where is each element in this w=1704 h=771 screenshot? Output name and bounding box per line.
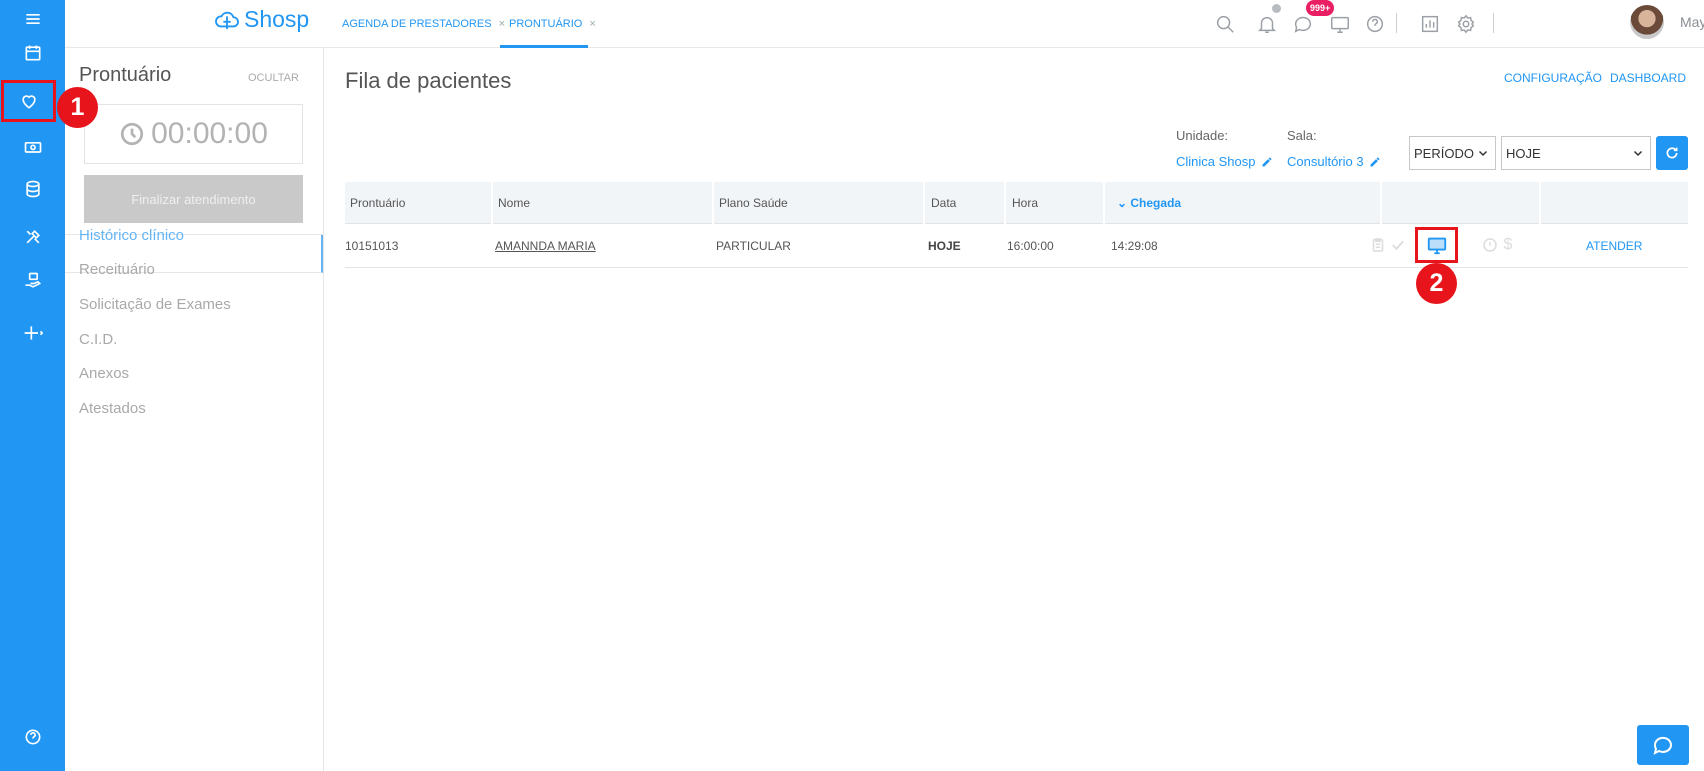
configuration-link[interactable]: CONFIGURAÇÃO [1504,71,1602,85]
cloud-logo-icon [215,11,239,29]
column-divider [712,182,714,224]
menu-item-solicitacao-exames[interactable]: Solicitação de Exames [79,296,231,313]
column-header-sorted[interactable]: ⌄ Chegada [1117,196,1181,210]
heart-icon[interactable] [1,80,56,122]
tab-label: PRONTUÁRIO [509,18,583,30]
sort-chevron-icon: ⌄ [1117,196,1131,210]
column-header[interactable]: Data [931,196,956,210]
unit-value: Clinica Shosp [1176,154,1256,169]
table-header: Prontuário Nome Plano Saúde Data Hora ⌄ … [345,182,1688,224]
question-icon[interactable] [1363,12,1387,36]
refresh-icon [1666,147,1678,159]
tools-icon[interactable] [0,218,65,256]
attendance-timer: 00:00:00 [84,104,303,164]
tab-close-icon[interactable]: × [589,18,595,30]
column-header[interactable]: Prontuário [350,196,405,210]
step-marker-2: 2 [1416,263,1457,304]
monitor-icon[interactable] [1328,12,1352,36]
top-bar: Shosp AGENDA DE PRESTADORES × PRONTUÁRIO ×… [65,0,1704,48]
cell-arrival: 14:29:08 [1111,239,1158,253]
room-label: Sala: [1287,128,1317,143]
tab-prontuario[interactable]: PRONTUÁRIO × [509,18,596,30]
money-icon[interactable] [0,128,65,166]
search-icon[interactable] [1213,12,1237,36]
day-select-value: HOJE [1506,145,1541,161]
step-marker-1: 1 [57,87,98,128]
calendar-icon[interactable] [0,34,65,72]
column-divider [1103,182,1105,224]
refresh-button[interactable] [1656,136,1688,170]
clock-icon [121,122,144,146]
reports-chart-icon[interactable] [1418,12,1442,36]
cell-time: 16:00:00 [1007,239,1054,253]
cell-health-plan: PARTICULAR [716,239,791,253]
payment-icon[interactable]: $ [1498,235,1518,255]
info-icon[interactable] [1480,235,1500,255]
brand-name: Shosp [244,6,310,32]
menu-item-receituario[interactable]: Receituário [79,261,155,278]
menu-item-atestados[interactable]: Atestados [79,400,146,417]
tab-close-icon[interactable]: × [499,18,505,30]
chevron-down-icon [1633,150,1643,157]
hide-panel-link[interactable]: OCULTAR [248,72,299,84]
divider [1493,13,1494,33]
room-value: Consultório 3 [1287,154,1364,169]
icon-rail [0,0,65,771]
column-header[interactable]: Hora [1012,196,1038,210]
cell-patient-name[interactable]: AMANNDA MARIA [495,239,596,253]
tab-agenda-prestadores[interactable]: AGENDA DE PRESTADORES × [342,18,505,30]
timer-value: 00:00:00 [151,117,268,150]
bell-icon[interactable] [1255,12,1279,36]
unit-selector[interactable]: Clinica Shosp [1176,154,1273,169]
period-select[interactable]: PERÍODO [1409,136,1496,170]
chat-icon [1653,736,1672,755]
chevron-down-icon [1478,150,1488,157]
tab-label: AGENDA DE PRESTADORES [342,18,492,30]
add-more-icon[interactable] [0,314,65,352]
page-title: Fila de pacientes [345,68,512,93]
clipboard-icon[interactable] [1368,235,1388,255]
prontuario-panel: Prontuário OCULTAR 00:00:00 Finalizar at… [65,48,324,771]
finish-attendance-button[interactable]: Finalizar atendimento [84,175,303,223]
column-divider [1539,182,1541,224]
app-window: 1 Shosp AGENDA DE PRESTADORES × PRONTUÁRI… [0,0,1704,771]
brand-logo[interactable]: Shosp [213,6,309,33]
column-header[interactable]: Nome [498,196,530,210]
column-divider [491,182,493,224]
user-name[interactable]: Maycon [1680,14,1704,30]
attend-button[interactable]: ATENDER [1586,239,1642,253]
divider [1396,13,1397,33]
pencil-icon [1262,156,1271,166]
settings-gear-icon[interactable] [1454,12,1478,36]
menu-item-cid[interactable]: C.I.D. [79,331,117,348]
table-row[interactable]: 10151013 AMANNDA MARIA PARTICULAR HOJE 1… [345,224,1688,268]
pencil-icon [1370,156,1380,166]
column-divider [1380,182,1382,224]
panel-title: Prontuário [79,64,172,86]
user-avatar[interactable] [1630,5,1664,39]
hamburger-menu-icon[interactable] [0,0,65,38]
main-content: Fila de pacientes CONFIGURAÇÃO DASHBOARD… [324,48,1704,771]
menu-item-historico-clinico[interactable]: Histórico clínico [79,227,184,244]
column-header[interactable]: Plano Saúde [719,196,788,210]
bell-status-dot [1272,4,1281,13]
care-hand-icon[interactable] [0,262,65,300]
menu-item-anexos[interactable]: Anexos [79,365,129,382]
cell-record-number: 10151013 [345,239,399,253]
column-divider [1004,182,1006,224]
call-patient-tv-button[interactable] [1415,227,1458,263]
room-selector[interactable]: Consultório 3 [1287,154,1381,169]
database-icon[interactable] [0,170,65,208]
column-divider [923,182,925,224]
unit-label: Unidade: [1176,128,1229,143]
period-select-value: PERÍODO [1414,145,1474,161]
monitor-icon [1427,237,1446,255]
check-icon[interactable] [1388,235,1408,255]
cell-date: HOJE [928,239,961,253]
dashboard-link[interactable]: DASHBOARD [1610,71,1686,85]
help-icon[interactable] [0,718,65,756]
day-select[interactable]: HOJE [1501,136,1651,170]
support-chat-button[interactable] [1637,725,1689,765]
column-header-label: Chegada [1130,196,1182,210]
